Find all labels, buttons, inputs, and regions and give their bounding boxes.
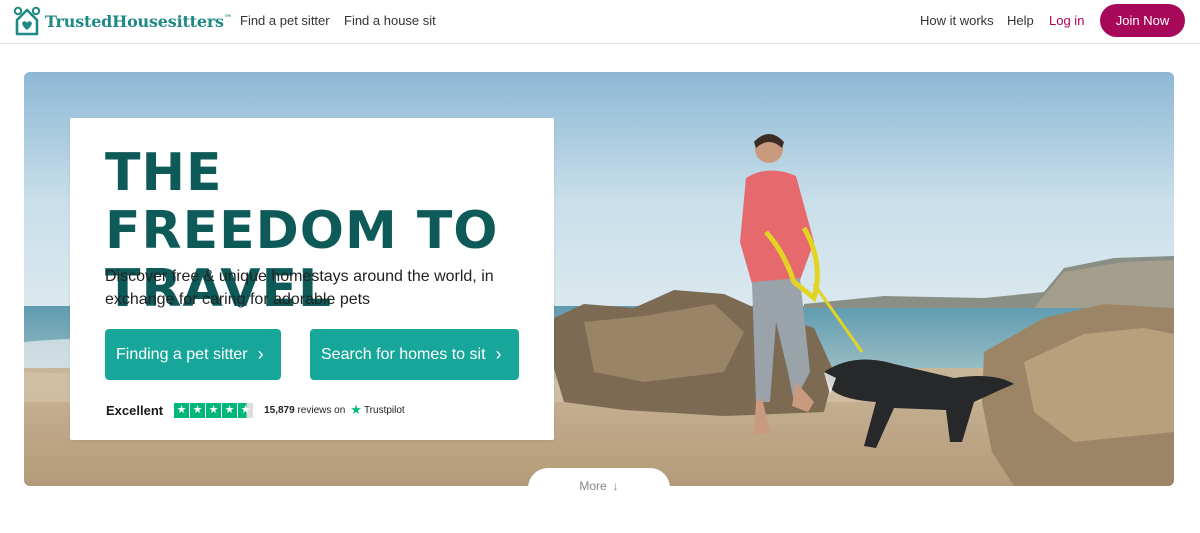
star-icon: ★ [222,402,238,418]
rating-stars: ★ ★ ★ ★ ★ [174,402,254,418]
hero-banner: THE FREEDOM TO TRAVEL Discover free & un… [24,72,1174,486]
chevron-right-icon: › [495,344,502,364]
top-navigation: TrustedHousesitters™ Find a pet sitter F… [0,0,1200,44]
chevron-right-icon: › [257,344,264,364]
hero-card: THE FREEDOM TO TRAVEL Discover free & un… [70,118,554,440]
cta-label: Search for homes to sit [321,345,486,363]
brand-name: TrustedHousesitters™ [45,11,232,31]
more-label: More [579,479,607,493]
star-icon: ★ [174,402,190,418]
more-button[interactable]: More ↓ [528,468,670,508]
review-count: 15,879 reviews on [264,404,346,416]
nav-how-it-works[interactable]: How it works [920,13,994,28]
arrow-down-icon: ↓ [612,479,619,493]
search-homes-button[interactable]: Search for homes to sit › [310,329,519,380]
star-icon: ★ [206,402,222,418]
nav-help[interactable]: Help [1007,13,1034,28]
join-now-button[interactable]: Join Now [1100,4,1185,37]
cta-label: Finding a pet sitter [116,345,248,363]
half-star-icon: ★ [238,402,254,418]
nav-find-house-sit[interactable]: Find a house sit [344,13,436,28]
hero-subtext: Discover free & unique homestays around … [105,268,494,308]
nav-find-pet-sitter[interactable]: Find a pet sitter [240,13,330,28]
rating-label: Excellent [106,402,164,418]
brand-logo[interactable]: TrustedHousesitters™ [13,6,232,36]
trustpilot-brand: ★ Trustpilot [350,402,405,417]
trustpilot-star-icon: ★ [350,402,362,417]
house-heart-logo-icon [13,6,41,36]
star-icon: ★ [190,402,206,418]
trustpilot-rating[interactable]: Excellent ★ ★ ★ ★ ★ 15,879 reviews on ★ … [106,401,405,419]
nav-login[interactable]: Log in [1049,13,1084,28]
find-pet-sitter-button[interactable]: Finding a pet sitter › [105,329,281,380]
